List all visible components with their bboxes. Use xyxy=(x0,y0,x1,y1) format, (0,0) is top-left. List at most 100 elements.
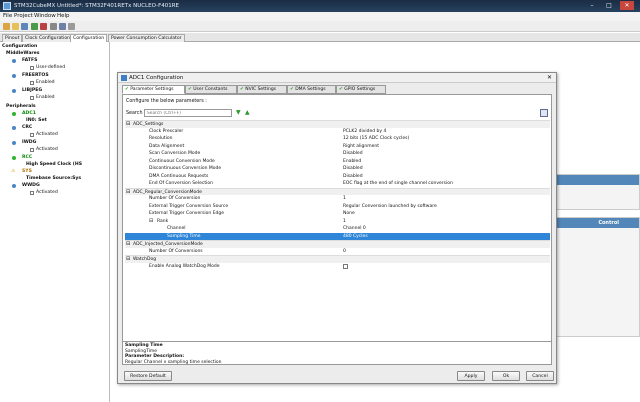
parameter-row[interactable]: External Trigger Conversion Source Regula… xyxy=(125,203,550,211)
minimize-button[interactable]: – xyxy=(585,1,599,10)
ok-button[interactable]: Ok xyxy=(492,371,520,381)
open-folder-icon[interactable] xyxy=(12,23,19,30)
menu-help[interactable]: Help xyxy=(57,13,70,19)
zoom-in-icon[interactable] xyxy=(31,23,38,30)
parameter-name: External Trigger Conversion Source xyxy=(149,203,229,209)
parameter-row[interactable]: End Of Conversion Selection EOC flag at t… xyxy=(125,180,550,188)
parameter-row[interactable]: External Trigger Conversion Edge None xyxy=(125,210,550,218)
warning-icon: ⚠ xyxy=(11,169,16,174)
zoom-out-icon[interactable] xyxy=(40,23,47,30)
tree-middlewares[interactable]: MiddleWares xyxy=(6,51,40,56)
libjpeg-checkbox[interactable] xyxy=(30,96,34,100)
toolbar xyxy=(0,21,640,32)
tab-user-constants[interactable]: ✔ User Constants xyxy=(185,85,237,94)
parameter-checkbox[interactable] xyxy=(343,263,348,269)
grid-view-icon[interactable] xyxy=(540,109,548,117)
report-icon[interactable] xyxy=(59,23,66,30)
tab-pinout[interactable]: Pinout xyxy=(2,34,23,42)
collapse-icon[interactable]: ⊟ xyxy=(149,218,153,224)
tab-power-consumption[interactable]: Power Consumption Calculator xyxy=(108,34,185,42)
menu-window[interactable]: Window xyxy=(34,13,56,19)
tree-adc1[interactable]: ADC1 xyxy=(22,111,36,116)
search-up-icon[interactable]: ▲ xyxy=(245,110,251,116)
tree-peripherals[interactable]: Peripherals xyxy=(6,104,36,109)
parameter-group-row[interactable]: ⊟ ADC_Regular_ConversionMode xyxy=(125,187,550,195)
parameter-value[interactable]: Disabled xyxy=(343,166,363,171)
parameter-row[interactable]: Enable Analog WatchDog Mode xyxy=(125,263,550,271)
app-icon xyxy=(3,2,11,10)
parameter-name: Discontinuous Conversion Mode xyxy=(149,166,222,171)
search-down-icon[interactable]: ▼ xyxy=(236,110,242,116)
collapse-icon[interactable]: ⊟ xyxy=(126,189,130,195)
save-icon[interactable] xyxy=(21,23,28,30)
tree-wwdg[interactable]: WWDG xyxy=(22,183,40,188)
parameter-row[interactable]: Sampling Time 480 Cycles xyxy=(125,232,550,240)
parameter-value[interactable]: None xyxy=(343,211,355,216)
tree-libjpeg[interactable]: LIBJPEG xyxy=(22,88,42,93)
parameter-row[interactable]: Continuous Conversion Mode Enabled xyxy=(125,158,550,166)
tree-rcc[interactable]: RCC xyxy=(22,155,32,160)
parameter-value[interactable]: Regular Conversion launched by software xyxy=(343,204,437,209)
parameter-value[interactable]: PCLK2 divided by 4 xyxy=(343,129,386,134)
parameter-value[interactable]: EOC flag at the end of single channel co… xyxy=(343,181,453,186)
collapse-icon[interactable]: ⊟ xyxy=(126,121,130,127)
parameter-row[interactable]: Resolution 12 bits (15 ADC Clock cycles) xyxy=(125,135,550,143)
tree-freertos[interactable]: FREERTOS xyxy=(22,73,49,78)
tab-clock-configuration[interactable]: Clock Configuration xyxy=(22,34,74,42)
parameter-row[interactable]: Number Of Conversions 0 xyxy=(125,248,550,256)
parameter-row[interactable]: Discontinuous Conversion Mode Disabled xyxy=(125,165,550,173)
menu-file[interactable]: File xyxy=(3,13,12,19)
crc-checkbox[interactable] xyxy=(30,133,34,137)
parameter-row[interactable]: DMA Continuous Requests Disabled xyxy=(125,173,550,181)
tree-iwdg[interactable]: IWDG xyxy=(22,140,36,145)
collapse-icon[interactable]: ⊟ xyxy=(126,241,130,247)
parameter-value[interactable]: Disabled xyxy=(343,151,363,156)
parameter-row[interactable]: ⊟ Rank 1 xyxy=(125,218,550,226)
restore-default-button[interactable]: Restore Default xyxy=(124,371,172,381)
parameter-row[interactable]: Data Alignment Right alignment xyxy=(125,143,550,151)
wwdg-checkbox[interactable] xyxy=(30,191,34,195)
parameter-value[interactable]: 12 bits (15 ADC Clock cycles) xyxy=(343,136,409,141)
parameter-group-row[interactable]: ⊟ WatchDog xyxy=(125,255,550,263)
parameter-value[interactable]: Channel 0 xyxy=(343,226,366,231)
parameter-name: Data Alignment xyxy=(149,143,185,149)
tab-parameter-settings[interactable]: ✔ Parameter Settings xyxy=(122,85,185,94)
parameter-value[interactable]: 1 xyxy=(343,196,346,201)
parameter-value[interactable]: 0 xyxy=(343,249,346,254)
new-project-icon[interactable] xyxy=(3,23,10,30)
parameter-name: Rank xyxy=(157,218,169,224)
collapse-icon[interactable]: ⊟ xyxy=(126,256,130,262)
close-window-button[interactable]: ✕ xyxy=(620,1,634,10)
parameter-value[interactable]: Enabled xyxy=(343,159,361,164)
tree-crc[interactable]: CRC xyxy=(22,125,32,130)
cancel-button[interactable]: Cancel xyxy=(526,371,554,381)
parameter-group-row[interactable]: ⊟ ADC_Settings xyxy=(125,120,550,128)
fatfs-checkbox[interactable] xyxy=(30,66,34,70)
close-icon[interactable]: ✕ xyxy=(547,74,552,81)
iwdg-checkbox[interactable] xyxy=(30,148,34,152)
parameter-value[interactable]: Right alignment xyxy=(343,144,379,149)
parameter-value[interactable]: 480 Cycles xyxy=(343,234,368,239)
freertos-checkbox[interactable] xyxy=(30,81,34,85)
parameter-value[interactable]: Disabled xyxy=(343,174,363,179)
dialog-icon xyxy=(121,75,127,81)
parameter-row[interactable]: Clock Prescaler PCLK2 divided by 4 xyxy=(125,128,550,136)
parameter-row[interactable]: Channel Channel 0 xyxy=(125,225,550,233)
tab-dma-settings[interactable]: ✔ DMA Settings xyxy=(287,85,336,94)
tab-gpio-settings[interactable]: ✔ GPIO Settings xyxy=(336,85,386,94)
tree-sys[interactable]: SYS xyxy=(22,169,32,174)
menu-project[interactable]: Project xyxy=(14,13,33,19)
tab-nvic-settings[interactable]: ✔ NVIC Settings xyxy=(237,85,287,94)
parameter-row[interactable]: Number Of Conversion 1 xyxy=(125,195,550,203)
parameter-value[interactable]: 1 xyxy=(343,219,346,224)
search-input[interactable] xyxy=(144,109,232,117)
tab-configuration[interactable]: Configuration xyxy=(70,34,108,42)
tree-sys-timebase: Timebase Source:Sys xyxy=(26,176,82,181)
parameter-group-row[interactable]: ⊟ ADC_Injected_ConversionMode xyxy=(125,240,550,248)
apply-button[interactable]: Apply xyxy=(457,371,485,381)
settings-icon[interactable] xyxy=(68,23,75,30)
maximize-button[interactable]: □ xyxy=(602,1,616,10)
parameter-row[interactable]: Scan Conversion Mode Disabled xyxy=(125,150,550,158)
generate-icon[interactable] xyxy=(50,23,57,30)
tree-fatfs[interactable]: FATFS xyxy=(22,58,37,63)
